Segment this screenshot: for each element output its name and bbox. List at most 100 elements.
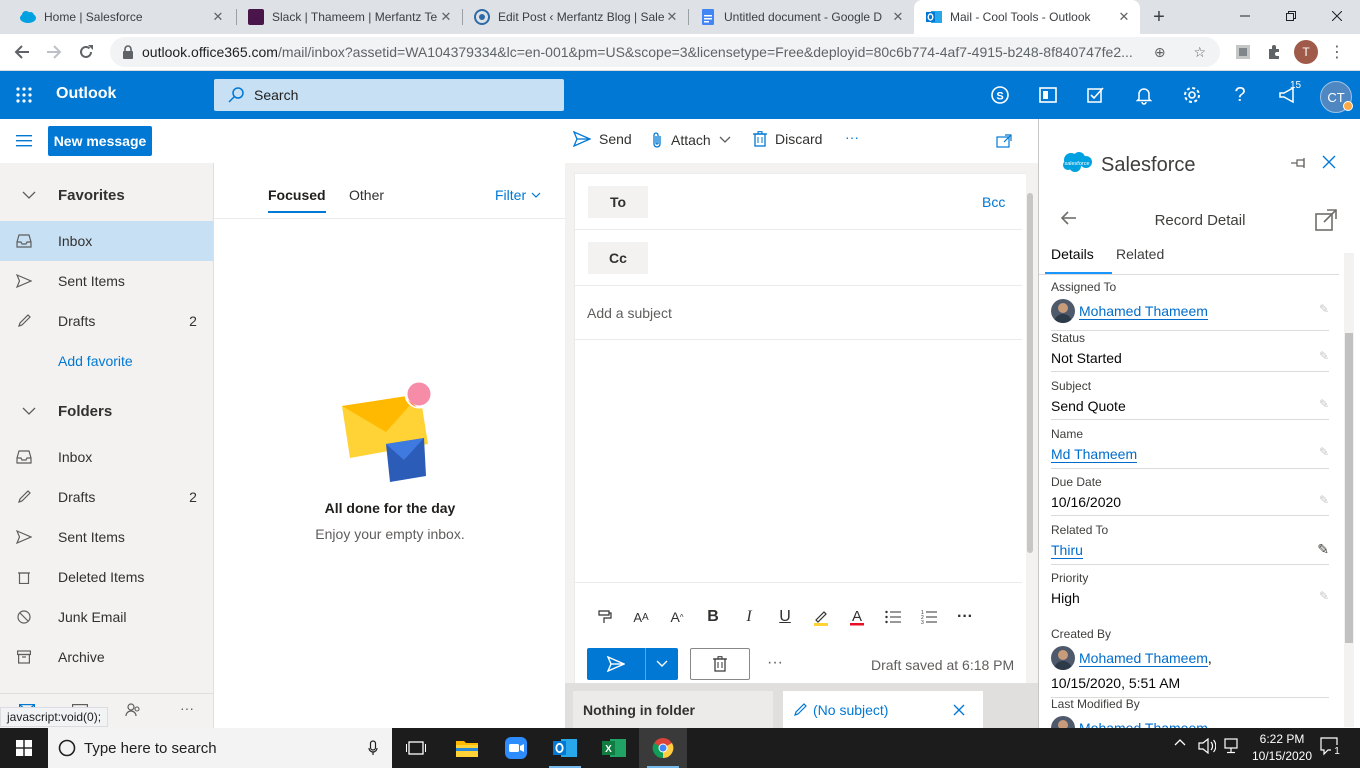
close-icon[interactable] <box>953 704 965 716</box>
minimize-icon[interactable] <box>1222 0 1268 32</box>
new-tab-icon[interactable]: + <box>1148 6 1170 28</box>
attach-command[interactable]: Attach <box>651 131 731 149</box>
app-launcher-icon[interactable] <box>12 83 36 107</box>
underline-icon[interactable]: U <box>767 601 803 633</box>
send-command[interactable]: Send <box>573 131 632 147</box>
message-body-editor[interactable] <box>575 340 1022 582</box>
settings-gear-icon[interactable] <box>1180 83 1204 107</box>
bookmark-star-icon[interactable]: ☆ <box>1194 44 1207 61</box>
task-view-icon[interactable] <box>392 728 440 768</box>
close-tab-icon[interactable]: ✕ <box>438 9 454 25</box>
more-commands-button[interactable]: ··· <box>845 129 859 145</box>
people-module-icon[interactable] <box>120 698 146 722</box>
address-bar[interactable]: outlook.office365.com/mail/inbox?assetid… <box>110 37 1220 67</box>
taskbar-search-box[interactable]: Type here to search <box>48 728 392 768</box>
back-icon[interactable] <box>7 37 37 67</box>
browser-menu-icon[interactable]: ⋮ <box>1322 37 1352 67</box>
edit-pencil-icon[interactable]: ✎ <box>1319 349 1329 363</box>
windows-start-icon[interactable] <box>0 728 48 768</box>
excel-app-icon[interactable]: X <box>590 728 638 768</box>
cc-button[interactable]: Cc <box>588 242 648 274</box>
tab-related[interactable]: Related <box>1116 246 1164 262</box>
close-window-icon[interactable] <box>1314 0 1360 32</box>
more-formatting-icon[interactable]: ··· <box>947 601 983 633</box>
addin-scrollbar[interactable] <box>1344 253 1354 727</box>
scrollbar-thumb[interactable] <box>1345 333 1353 643</box>
extension-icon[interactable] <box>1228 37 1258 67</box>
grow-font-icon[interactable]: A ^ <box>659 601 695 633</box>
microphone-icon[interactable] <box>368 740 378 756</box>
folder-item-archive[interactable]: Archive <box>0 637 213 677</box>
format-painter-icon[interactable] <box>587 601 623 633</box>
folder-item-deleted-items[interactable]: Deleted Items <box>0 557 213 597</box>
tab-focused[interactable]: Focused <box>268 187 326 213</box>
edit-pencil-icon[interactable]: ✎ <box>1317 541 1329 558</box>
browser-tab-slack[interactable]: Slack | Thameem | Merfantz Te ✕ <box>236 0 462 34</box>
tab-other[interactable]: Other <box>349 187 384 203</box>
forward-icon[interactable] <box>39 37 69 67</box>
folder-item-inbox[interactable]: Inbox <box>0 437 213 477</box>
chevron-down-icon[interactable] <box>646 648 678 680</box>
bcc-button[interactable]: Bcc <box>982 194 1005 210</box>
pop-out-icon[interactable] <box>994 131 1014 151</box>
folder-item-sent-items[interactable]: Sent Items <box>0 517 213 557</box>
profile-avatar[interactable]: T <box>1294 40 1318 64</box>
favorite-item-inbox[interactable]: Inbox <box>0 221 213 261</box>
folder-item-junk-email[interactable]: Junk Email <box>0 597 213 637</box>
pin-icon[interactable] <box>1291 157 1307 169</box>
edit-pencil-icon[interactable]: ✎ <box>1319 397 1329 411</box>
more-modules-icon[interactable]: ··· <box>174 696 200 720</box>
italic-icon[interactable]: I <box>731 601 767 633</box>
app-brand[interactable]: Outlook <box>56 85 116 103</box>
assigned-to-link[interactable]: Mohamed Thameem <box>1079 303 1208 320</box>
browser-tab-merfantz-blog[interactable]: Edit Post ‹ Merfantz Blog | Sale ✕ <box>462 0 688 34</box>
install-app-icon[interactable]: ⊕ <box>1154 44 1166 61</box>
bold-icon[interactable]: B <box>695 601 731 633</box>
browser-tab-google-docs[interactable]: Untitled document - Google D ✕ <box>688 0 914 34</box>
puzzle-extensions-icon[interactable] <box>1259 37 1289 67</box>
zoom-icon[interactable] <box>492 728 540 768</box>
folders-header[interactable]: Folders <box>0 391 213 431</box>
more-options-button[interactable]: ··· <box>767 654 783 672</box>
close-tab-icon[interactable]: ✕ <box>210 9 226 25</box>
help-icon[interactable]: ? <box>1228 83 1252 107</box>
discard-draft-button[interactable] <box>690 648 750 680</box>
file-explorer-icon[interactable] <box>443 728 491 768</box>
close-tab-icon[interactable]: ✕ <box>664 9 680 25</box>
close-addin-icon[interactable] <box>1322 155 1336 169</box>
created-by-link[interactable]: Mohamed Thameem <box>1079 650 1208 667</box>
highlight-icon[interactable] <box>803 601 839 633</box>
scrollbar-thumb[interactable] <box>1027 193 1033 553</box>
numbering-icon[interactable]: 123 <box>911 601 947 633</box>
browser-tab-outlook[interactable]: Mail - Cool Tools - Outlook ✕ <box>914 0 1140 34</box>
add-favorite-link[interactable]: Add favorite <box>58 353 133 369</box>
volume-icon[interactable] <box>1198 738 1216 754</box>
filter-button[interactable]: Filter <box>495 187 541 203</box>
reload-icon[interactable] <box>71 37 101 67</box>
discard-command[interactable]: Discard <box>753 131 822 147</box>
network-icon[interactable] <box>1224 738 1238 754</box>
office-apps-icon[interactable] <box>1036 83 1060 107</box>
font-size-icon[interactable]: AA <box>623 601 659 633</box>
chrome-app-icon[interactable] <box>639 728 687 768</box>
related-to-link[interactable]: Thiru <box>1051 542 1083 559</box>
outlook-app-icon[interactable] <box>541 728 589 768</box>
folder-item-drafts[interactable]: Drafts 2 <box>0 477 213 517</box>
search-box[interactable]: Search <box>214 79 564 111</box>
send-icon[interactable] <box>587 648 646 680</box>
skype-icon[interactable]: S <box>988 83 1012 107</box>
hamburger-menu-icon[interactable] <box>12 129 36 153</box>
edit-pencil-icon[interactable]: ✎ <box>1319 493 1329 507</box>
edit-pencil-icon[interactable]: ✎ <box>1319 302 1329 316</box>
favorites-header[interactable]: Favorites <box>0 175 213 215</box>
nothing-in-folder-tab[interactable]: Nothing in folder <box>573 691 773 728</box>
show-hidden-icons-chevron-icon[interactable] <box>1174 738 1186 746</box>
bullets-icon[interactable] <box>875 601 911 633</box>
new-message-button[interactable]: New message <box>48 126 152 156</box>
edit-pencil-icon[interactable]: ✎ <box>1319 445 1329 459</box>
tab-details[interactable]: Details <box>1045 246 1112 275</box>
close-tab-icon[interactable]: ✕ <box>890 9 906 25</box>
browser-tab-salesforce[interactable]: Home | Salesforce ✕ <box>8 0 234 34</box>
font-color-icon[interactable]: A <box>839 601 875 633</box>
name-link[interactable]: Md Thameem <box>1051 446 1138 463</box>
